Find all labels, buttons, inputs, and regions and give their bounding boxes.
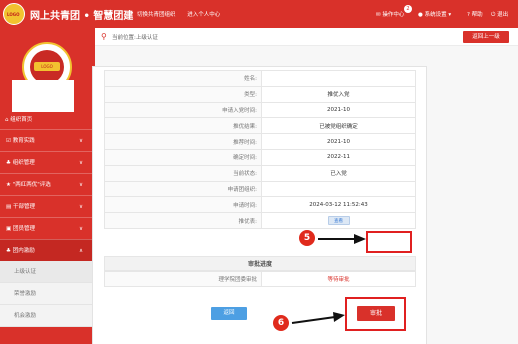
arrow-head-step6 [333, 312, 345, 322]
arrow-head-step5 [354, 234, 366, 244]
arrow-step6 [291, 316, 336, 324]
annotation-arrows [291, 234, 366, 324]
